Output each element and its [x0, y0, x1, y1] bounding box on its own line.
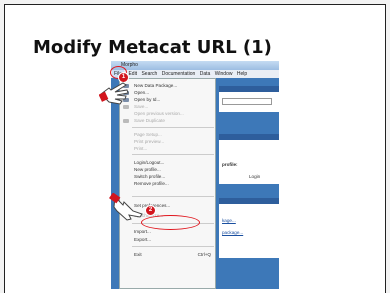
- menu-item-print-preview[interactable]: Print preview...: [134, 139, 164, 144]
- menu-help[interactable]: Help: [237, 70, 247, 78]
- menu-item-login[interactable]: Login/Logout...: [134, 160, 164, 165]
- menu-data[interactable]: Data: [200, 70, 211, 78]
- search-panel-header: [219, 86, 279, 92]
- menu-window[interactable]: Window: [215, 70, 233, 78]
- exit-shortcut: Ctrl+Q: [197, 252, 211, 257]
- data-panel: kage... package...: [219, 198, 279, 258]
- profile-panel: profile: Login: [219, 134, 279, 184]
- menu-item-new-package[interactable]: New Data Package...: [134, 83, 177, 88]
- login-button[interactable]: Login: [249, 174, 260, 179]
- search-field[interactable]: [222, 98, 272, 105]
- menu-bar: File Edit Search Documentation Data Wind…: [111, 70, 279, 78]
- menu-separator: [132, 154, 214, 155]
- profile-label: profile:: [222, 162, 238, 167]
- menu-item-page-setup[interactable]: Page Setup...: [134, 132, 162, 137]
- pointing-hand-icon: [109, 193, 143, 221]
- link-package[interactable]: kage...: [222, 218, 236, 223]
- menu-item-export[interactable]: Export...: [134, 237, 151, 242]
- menu-separator: [132, 246, 214, 247]
- menu-item-import[interactable]: Import...: [134, 229, 151, 234]
- search-panel: [219, 86, 279, 112]
- menu-item-switch-profile[interactable]: Switch profile...: [134, 174, 165, 179]
- menu-documentation[interactable]: Documentation: [162, 70, 196, 78]
- slide-title: Modify Metacat URL (1): [33, 37, 272, 58]
- profile-panel-header: [219, 134, 279, 140]
- background-panels: profile: Login kage... package...: [216, 78, 279, 289]
- menu-item-remove-profile[interactable]: Remove profile...: [134, 181, 169, 186]
- menu-separator: [132, 127, 214, 128]
- menu-item-print[interactable]: Print...: [134, 146, 147, 151]
- save-duplicate-icon: [123, 119, 129, 123]
- menu-item-save-duplicate[interactable]: Save Duplicate: [134, 118, 165, 123]
- pointing-hand-icon: [99, 82, 129, 105]
- window-titlebar: Morpho: [111, 61, 279, 70]
- link-new-package[interactable]: package...: [222, 230, 243, 235]
- menu-edit[interactable]: Edit: [128, 70, 137, 78]
- menu-item-exit[interactable]: Exit: [134, 252, 142, 257]
- set-preferences-highlight-oval: [141, 215, 200, 230]
- data-panel-header: [219, 198, 279, 204]
- menu-search[interactable]: Search: [141, 70, 157, 78]
- menu-item-new-profile[interactable]: New profile...: [134, 167, 161, 172]
- menu-item-open-previous[interactable]: Open previous version...: [134, 111, 184, 116]
- file-menu-dropdown: New Data Package... Open... Open by Id..…: [119, 78, 216, 289]
